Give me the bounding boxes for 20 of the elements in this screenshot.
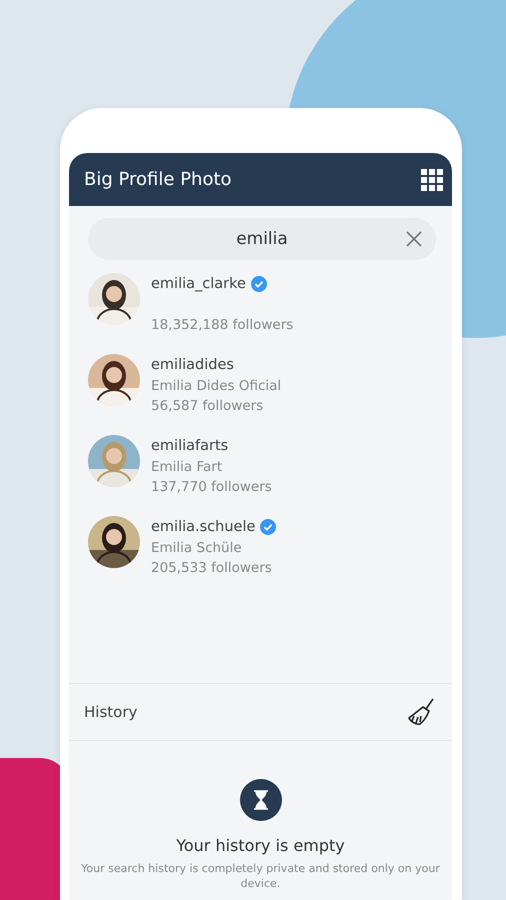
username: emilia.schuele [151, 519, 256, 535]
grid-icon[interactable] [421, 168, 443, 190]
follower-count: 56,587 followers [151, 397, 264, 416]
search-field[interactable]: emilia [88, 218, 436, 260]
username: emilia_clarke [151, 276, 246, 292]
hourglass-icon [240, 779, 282, 821]
full-name: Emilia Fart [151, 458, 224, 477]
username: emiliafarts [151, 438, 228, 454]
close-icon[interactable] [406, 231, 422, 247]
follower-count: 18,352,188 followers [151, 316, 294, 335]
username: emiliadides [151, 357, 234, 373]
app-title: Big Profile Photo [84, 169, 232, 190]
empty-title: Your history is empty [176, 836, 345, 855]
section-title: History [84, 703, 138, 721]
full-name: Emilia Dides Oficial [151, 377, 282, 396]
follower-count: 137,770 followers [151, 478, 272, 497]
follower-count: 205,533 followers [151, 559, 273, 578]
broom-icon[interactable] [406, 697, 436, 727]
full-name: Emilia Schüle [151, 539, 243, 558]
empty-description: Your search history is completely private and stored only on your device. [80, 861, 441, 891]
